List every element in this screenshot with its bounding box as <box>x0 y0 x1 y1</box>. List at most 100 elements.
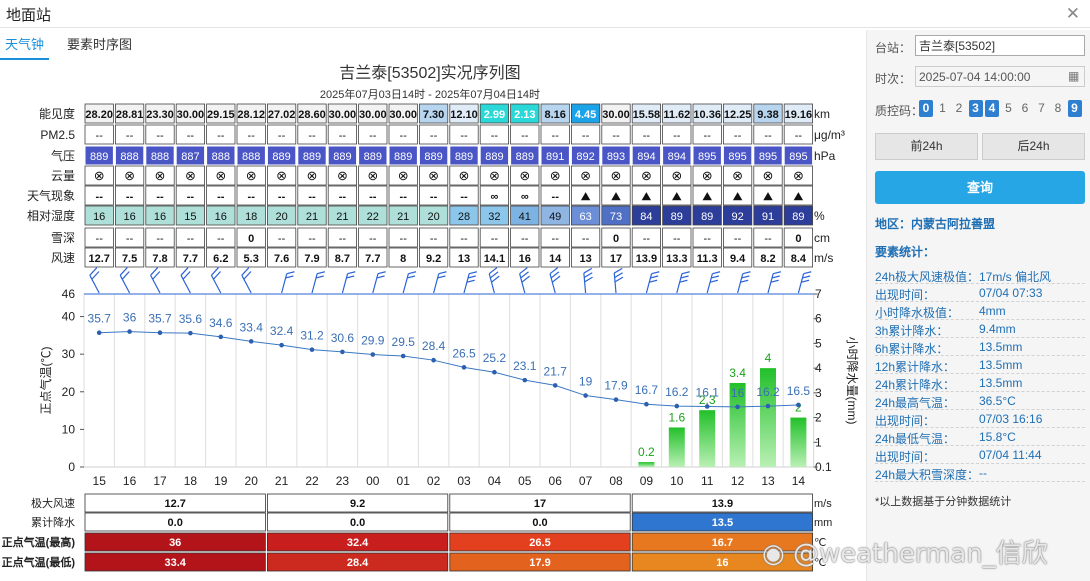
cell-text-humidity: 73 <box>610 211 622 223</box>
cell-text-pm25: -- <box>308 130 316 142</box>
stat-row: 24h最低气温： 15.8°C <box>875 428 1085 446</box>
bottom-label-max-wind: 极大风速 <box>31 496 75 510</box>
row-label-weather: 天气现象 <box>27 188 75 203</box>
cell-text-wind-speed: 9.2 <box>426 253 441 265</box>
temperature-label: 35.6 <box>179 312 203 326</box>
row-unit-visibility: km <box>814 107 830 121</box>
prev-24h-button[interactable]: 前24h <box>875 133 978 160</box>
stat-row: 24h极大风速极值： 17m/s 偏北风 <box>875 266 1085 284</box>
cell-text-snow: -- <box>704 233 712 245</box>
tab-weather-clock[interactable]: 天气钟 <box>0 30 50 60</box>
temperature-point <box>218 334 224 340</box>
bottom-cell-text-max-wind: 17 <box>534 498 546 510</box>
wind-barb-icon <box>737 271 751 294</box>
qc-code-3[interactable]: 3 <box>968 100 983 117</box>
wind-barb-icon <box>311 271 326 294</box>
cell-text-humidity: 16 <box>93 211 105 223</box>
cell-text-humidity: 41 <box>519 211 531 223</box>
cell-text-humidity: 22 <box>367 211 379 223</box>
cell-text-snow: 0 <box>795 233 801 245</box>
temperature-label: 21.7 <box>544 364 568 378</box>
next-24h-button[interactable]: 后24h <box>982 133 1085 160</box>
temperature-point <box>522 377 528 383</box>
bottom-label-temp-max: 正点气温(最高) <box>2 535 76 549</box>
qc-code-5[interactable]: 5 <box>1002 100 1016 117</box>
weibo-watermark: ◉ @weatherman_信欣 <box>762 533 1048 570</box>
stat-value: 07/04 11:44 <box>979 448 1042 462</box>
station-input[interactable] <box>915 35 1085 56</box>
bottom-cell-text-accum-precip: 0.0 <box>168 517 183 529</box>
temperature-label: 33.4 <box>240 320 264 334</box>
tab-element-timeseries[interactable]: 要素时序图 <box>62 30 137 60</box>
stat-row: 6h累计降水： 13.5mm <box>875 338 1085 356</box>
qc-code-4[interactable]: 4 <box>985 100 999 117</box>
cell-text-pressure: 889 <box>516 151 534 163</box>
stat-label: 24h最低气温： <box>875 432 956 446</box>
cell-text-snow: -- <box>734 233 742 245</box>
x-tick-label: 11 <box>701 474 714 488</box>
qc-code-1[interactable]: 1 <box>936 100 950 117</box>
cell-text-pressure: 895 <box>728 151 746 163</box>
qc-code-6[interactable]: 6 <box>1018 100 1032 117</box>
wind-barb-icon <box>241 267 252 294</box>
temperature-point <box>248 339 254 344</box>
stat-value: 15.8°C <box>979 430 1016 444</box>
stat-row: 出现时间： 07/04 07:33 <box>875 284 1085 302</box>
cell-text-weather: ∞ <box>521 191 529 203</box>
wind-barb-icon <box>341 271 356 294</box>
cell-text-cloud: ⊗ <box>215 168 226 183</box>
cell-text-visibility: 30.00 <box>359 109 387 121</box>
cell-text-visibility: 30.00 <box>329 109 357 121</box>
cell-text-wind-speed: 8.7 <box>335 253 350 265</box>
stat-row: 出现时间： 07/03 16:16 <box>875 410 1085 428</box>
cell-text-weather: -- <box>156 191 164 203</box>
chart-subtitle: 2025年07月03日14时 - 2025年07月04日14时 <box>320 87 540 101</box>
cell-text-wind-speed: 7.7 <box>365 253 380 265</box>
wind-barb-icon <box>150 267 161 294</box>
calendar-icon[interactable]: ▦ <box>1068 69 1079 83</box>
qc-code-9[interactable]: 9 <box>1067 100 1082 117</box>
cell-text-visibility: 27.02 <box>268 109 296 121</box>
cell-text-cloud: ⊗ <box>459 168 470 183</box>
cell-text-visibility: 19.16 <box>785 109 813 121</box>
cell-text-cloud: ⊗ <box>489 168 500 183</box>
x-tick-label: 18 <box>184 474 198 488</box>
temperature-label: 31.2 <box>300 329 324 343</box>
cell-text-cloud: ⊗ <box>793 168 804 183</box>
temperature-point <box>96 330 102 336</box>
stat-label: 出现时间： <box>875 288 936 302</box>
stat-row: 3h累计降水： 9.4mm <box>875 320 1085 338</box>
cell-text-pm25: -- <box>643 130 651 142</box>
close-icon[interactable]: ✕ <box>1066 4 1080 24</box>
wind-barb-icon <box>583 267 593 294</box>
cell-text-cloud: ⊗ <box>641 168 652 183</box>
cell-text-snow: -- <box>643 233 651 245</box>
temperature-point <box>431 357 436 363</box>
cell-text-humidity: 20 <box>427 211 439 223</box>
qc-code-8[interactable]: 8 <box>1051 100 1065 117</box>
qc-code-7[interactable]: 7 <box>1035 100 1049 117</box>
temperature-label: 34.6 <box>209 316 233 330</box>
precip-bar <box>699 410 716 467</box>
qc-code-0[interactable]: 0 <box>919 100 933 117</box>
row-label-cloud: 云量 <box>51 169 75 183</box>
qc-code-2[interactable]: 2 <box>952 100 966 117</box>
cell-text-cloud: ⊗ <box>671 168 682 183</box>
x-tick-label: 21 <box>275 474 289 488</box>
time-input[interactable] <box>915 66 1085 87</box>
query-button[interactable]: 查询 <box>875 171 1085 204</box>
cell-text-wind-speed: 13 <box>579 253 591 265</box>
stat-value: 36.5°C <box>979 394 1016 408</box>
cell-text-pm25: -- <box>96 130 104 142</box>
stat-label: 24h极大风速极值： <box>875 270 980 284</box>
cell-text-pressure: 889 <box>364 151 382 163</box>
cell-text-humidity: 16 <box>154 211 166 223</box>
x-tick-label: 05 <box>518 474 532 488</box>
side-panel: 台站： 时次： ▦ 质控码： 0123456789 前24h 后24h 查询 地… <box>866 30 1090 581</box>
bottom-cell-text-temp-max: 16.7 <box>712 537 733 549</box>
cell-text-wind-speed: 8.2 <box>760 253 775 265</box>
cell-text-pm25: -- <box>491 130 499 142</box>
y-left-tick: 10 <box>62 422 76 436</box>
cell-text-wind-speed: 8.4 <box>791 253 807 265</box>
stat-label: 小时降水极值： <box>875 306 960 320</box>
